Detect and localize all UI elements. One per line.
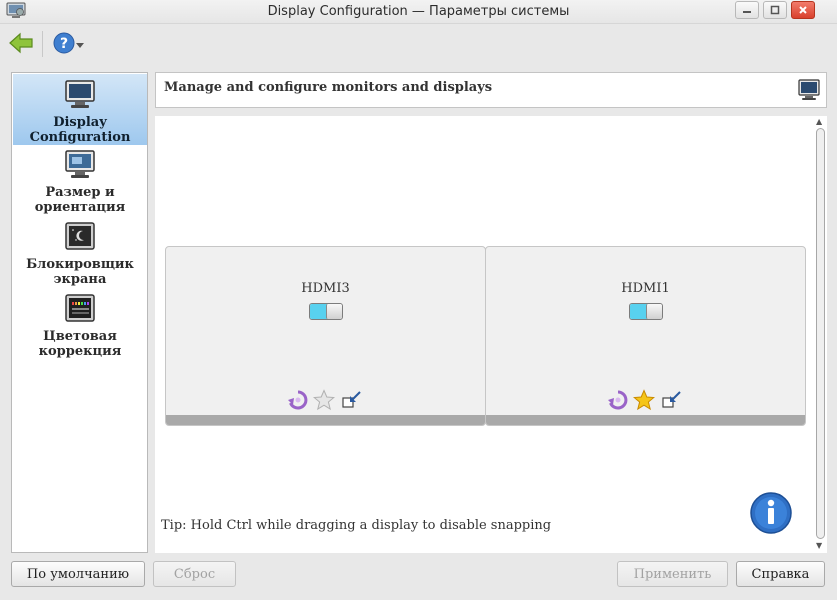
reset-button[interactable]: Сброс xyxy=(153,561,236,587)
tip-text: Tip: Hold Ctrl while dragging a display … xyxy=(161,518,552,533)
monitor-icon xyxy=(798,79,820,105)
color-correction-icon xyxy=(64,293,96,329)
page-header: Manage and configure monitors and displa… xyxy=(155,72,827,108)
info-icon[interactable] xyxy=(750,492,792,538)
back-button[interactable] xyxy=(8,31,34,59)
rotate-icon[interactable] xyxy=(607,389,629,411)
scrollbar-thumb[interactable] xyxy=(816,128,825,539)
sidebar-item-label: Блокировщик xyxy=(26,257,134,272)
display-tile-hdmi1[interactable]: HDMI1 xyxy=(485,246,806,426)
sidebar-item-label: коррекция xyxy=(38,344,122,359)
monitor-icon xyxy=(64,79,96,115)
chevron-down-icon xyxy=(76,38,84,53)
display-tile-hdmi3[interactable]: HDMI3 xyxy=(165,246,486,426)
back-arrow-icon xyxy=(8,31,34,59)
resize-arrow-icon[interactable] xyxy=(341,389,363,411)
monitor-resize-icon xyxy=(64,149,96,185)
help-menu-button[interactable]: ? xyxy=(53,32,84,58)
display-enable-toggle[interactable] xyxy=(309,303,343,320)
toolbar-separator xyxy=(42,31,43,57)
sidebar-item-display-configuration[interactable]: Display Configuration xyxy=(13,74,147,145)
display-enable-toggle[interactable] xyxy=(629,303,663,320)
window-title: Display Configuration — Параметры систем… xyxy=(267,4,570,19)
minimize-button[interactable] xyxy=(735,1,759,19)
sidebar-item-color-correction[interactable]: Цветовая коррекция xyxy=(13,293,147,361)
sidebar-item-label: экрана xyxy=(53,272,107,287)
sidebar-item-label: Цветовая xyxy=(43,329,117,344)
sidebar-item-size-orientation[interactable]: Размер и ориентация xyxy=(13,149,147,217)
vertical-scrollbar[interactable]: ▲ ▼ xyxy=(813,116,827,553)
display-tile-bar xyxy=(166,415,485,425)
scroll-down-icon[interactable]: ▼ xyxy=(816,541,822,550)
title-bar: Display Configuration — Параметры систем… xyxy=(0,0,837,24)
scroll-up-icon[interactable]: ▲ xyxy=(816,117,822,126)
star-primary-icon[interactable] xyxy=(632,389,656,411)
sidebar-item-screen-locker[interactable]: Блокировщик экрана xyxy=(13,221,147,289)
apply-button[interactable]: Применить xyxy=(617,561,728,587)
star-outline-icon[interactable] xyxy=(312,389,336,411)
sidebar-item-label: Размер и xyxy=(45,185,115,200)
rotate-icon[interactable] xyxy=(287,389,309,411)
display-tile-bar xyxy=(486,415,805,425)
toolbar: ? xyxy=(0,25,837,65)
help-icon: ? xyxy=(53,32,75,58)
maximize-button[interactable] xyxy=(763,1,787,19)
resize-arrow-icon[interactable] xyxy=(661,389,683,411)
svg-text:?: ? xyxy=(60,36,68,52)
help-button[interactable]: Справка xyxy=(736,561,825,587)
close-button[interactable] xyxy=(791,1,815,19)
sidebar-item-label: ориентация xyxy=(34,200,126,215)
display-name: HDMI3 xyxy=(301,281,350,296)
screen-lock-icon xyxy=(64,221,96,257)
sidebar-item-label: Display xyxy=(53,115,107,130)
sidebar-item-label: Configuration xyxy=(29,130,131,145)
display-name: HDMI1 xyxy=(621,281,670,296)
sidebar: Display Configuration Размер и ориентаци… xyxy=(11,72,148,553)
page-title: Manage and configure monitors and displa… xyxy=(164,80,493,95)
defaults-button[interactable]: По умолчанию xyxy=(11,561,145,587)
